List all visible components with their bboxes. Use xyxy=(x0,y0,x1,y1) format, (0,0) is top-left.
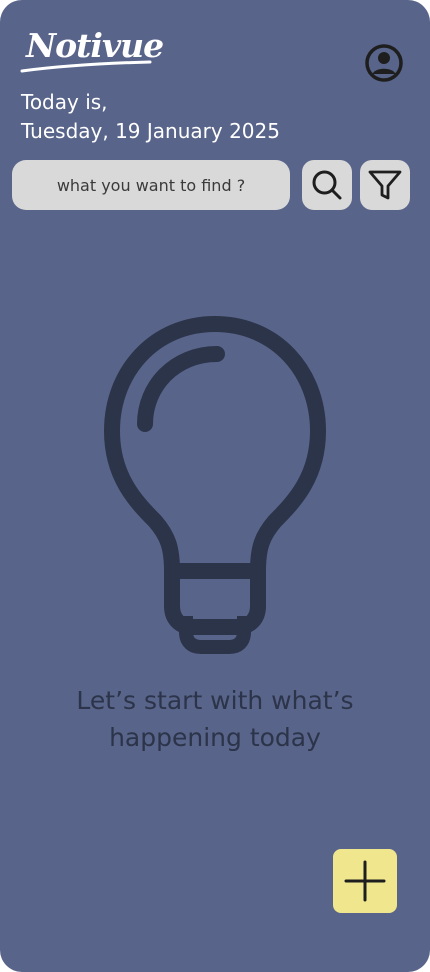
filter-icon xyxy=(368,170,402,200)
app-screen: Notivue Today is, Tuesday, 19 January 20… xyxy=(0,0,430,972)
profile-button[interactable] xyxy=(363,42,405,84)
user-circle-icon xyxy=(365,44,403,82)
filter-button[interactable] xyxy=(360,160,410,210)
empty-state-line-1: Let’s start with what’s xyxy=(76,686,354,715)
app-logo: Notivue xyxy=(20,26,164,76)
search-button[interactable] xyxy=(302,160,352,210)
date-label: Today is, xyxy=(21,90,108,114)
current-date: Tuesday, 19 January 2025 xyxy=(21,119,280,143)
search-icon xyxy=(312,170,342,200)
search-input[interactable] xyxy=(12,160,290,210)
add-note-button[interactable] xyxy=(333,849,397,913)
plus-icon xyxy=(344,860,386,902)
logo-underline xyxy=(20,60,152,73)
lightbulb-icon xyxy=(104,316,326,654)
empty-state-line-2: happening today xyxy=(109,723,321,752)
empty-state-message: Let’s start with what’s happening today xyxy=(0,682,430,756)
